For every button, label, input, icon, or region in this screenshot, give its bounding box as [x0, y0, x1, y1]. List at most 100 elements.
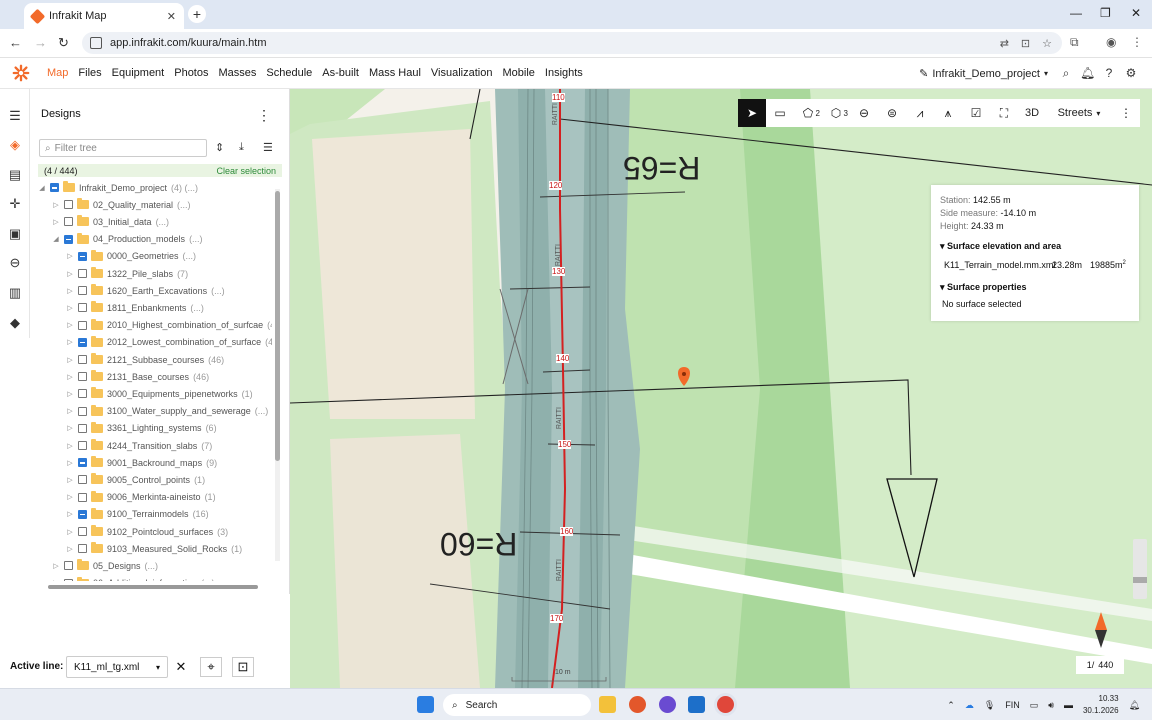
tree-item[interactable]: ▷ 4244_Transition_slabs (7)	[66, 437, 212, 454]
filter-tree-input[interactable]: ⌕ Filter tree	[39, 139, 207, 157]
app-icon[interactable]	[659, 696, 676, 713]
battery-icon[interactable]: ▬	[1064, 700, 1073, 710]
expand-arrow-icon[interactable]: ▷	[66, 321, 74, 329]
chevron-up-icon[interactable]: ⌃	[947, 700, 955, 711]
toolbar-more-button[interactable]: ⋮	[1112, 99, 1140, 127]
tree-checkbox[interactable]	[64, 234, 73, 244]
tree-checkbox[interactable]	[78, 337, 87, 347]
maximize-icon[interactable]: ❐	[1100, 6, 1111, 20]
minimize-icon[interactable]: —	[1070, 6, 1082, 20]
active-line-select[interactable]: K11_ml_tg.xml ▾	[66, 656, 168, 678]
profile-tool-button[interactable]: ⊜	[878, 99, 906, 127]
onedrive-icon[interactable]: ☁	[965, 700, 974, 711]
taskbar-search[interactable]: ⌕ Search	[443, 694, 591, 716]
nav-item-map[interactable]: Map	[42, 58, 73, 89]
tree-item[interactable]: ▷ 2131_Base_courses (46)	[66, 368, 209, 385]
north-arrow-icon[interactable]	[1094, 612, 1108, 648]
tree-checkbox[interactable]	[78, 269, 87, 278]
tree-item[interactable]: ▷ 2010_Highest_combination_of_surfcae(4)	[66, 317, 272, 334]
polygon-area-tool-button[interactable]: ⬡ 3	[822, 99, 850, 127]
polygon-tool-button[interactable]: ⬠ 2	[794, 99, 822, 127]
outlook-icon[interactable]	[688, 696, 705, 713]
zoom-thumb[interactable]	[1133, 577, 1147, 583]
tree-checkbox[interactable]	[78, 320, 87, 330]
tree-checkbox[interactable]	[78, 406, 87, 416]
expand-arrow-icon[interactable]: ▷	[66, 356, 74, 364]
close-tab-icon[interactable]: ✕	[167, 10, 176, 23]
document-icon[interactable]: ▤	[7, 167, 23, 183]
profile-icon[interactable]: ◉	[1106, 35, 1116, 49]
nav-item-files[interactable]: Files	[73, 58, 106, 89]
surface-elevation-section[interactable]: ▾ Surface elevation and area	[940, 241, 1061, 252]
measure-tool-button[interactable]: ▭	[766, 99, 794, 127]
tree-item[interactable]: ▷ 02_Quality_material (...)	[52, 196, 191, 213]
expand-arrow-icon[interactable]: ▷	[66, 459, 74, 467]
expand-arrow-icon[interactable]: ▷	[66, 545, 74, 553]
nav-item-visualization[interactable]: Visualization	[426, 58, 498, 89]
tree-scrollbar[interactable]	[275, 189, 280, 561]
volume-icon[interactable]: 🔊︎	[1048, 700, 1054, 711]
tree-checkbox[interactable]	[78, 458, 87, 468]
expand-arrow-icon[interactable]: ▷	[52, 201, 60, 209]
tree-item[interactable]: ▷ 3000_Equipments_pipenetworks (1)	[66, 385, 253, 402]
layers-icon[interactable]: ◆	[7, 315, 23, 331]
tree-item[interactable]: ▷ 1620_Earth_Excavations (...)	[66, 282, 225, 299]
tree-item[interactable]: ▷ 0000_Geometries (...)	[66, 248, 196, 265]
expand-collapse-icon[interactable]: ⇕	[215, 141, 224, 154]
new-tab-button[interactable]: +	[188, 5, 206, 23]
expand-arrow-icon[interactable]: ▷	[66, 338, 74, 346]
nav-item-photos[interactable]: Photos	[169, 58, 213, 89]
tree-item[interactable]: ▷ 9102_Pointcloud_surfaces (3)	[66, 523, 228, 540]
expand-arrow-icon[interactable]: ▷	[52, 218, 60, 226]
tree-options-icon[interactable]: ☰	[263, 141, 273, 154]
tree-checkbox[interactable]	[78, 355, 87, 364]
tree-item[interactable]: ▷ 2121_Subbase_courses (46)	[66, 351, 224, 368]
expand-arrow-icon[interactable]: ▷	[66, 493, 74, 501]
tree-item[interactable]: ▷ 3361_Lighting_systems (6)	[66, 420, 217, 437]
tree-checkbox[interactable]	[50, 183, 59, 192]
expand-arrow-icon[interactable]: ▷	[66, 510, 74, 518]
chrome-icon[interactable]	[717, 696, 734, 713]
map-icon[interactable]: ▥	[7, 285, 23, 301]
feature-pager[interactable]: 1/ 440	[1076, 656, 1124, 674]
windows-start-icon[interactable]	[417, 696, 434, 713]
tree-item[interactable]: ▷ 05_Designs (...)	[52, 557, 158, 574]
terrain-tool-button[interactable]: ⩚	[934, 99, 962, 127]
tree-checkbox[interactable]	[78, 441, 87, 450]
basemap-select[interactable]: Streets ▾	[1046, 99, 1112, 127]
project-selector[interactable]: ✎ Infrakit_Demo_project ▾	[919, 67, 1048, 81]
nav-item-mobile[interactable]: Mobile	[497, 58, 539, 89]
tree-item[interactable]: ▷ 03_Initial_data (...)	[52, 213, 169, 230]
tree-checkbox[interactable]	[78, 372, 87, 382]
surface-properties-section[interactable]: ▾ Surface properties	[940, 282, 1027, 293]
slope-tool-button[interactable]: ⩘	[906, 99, 934, 127]
expand-arrow-icon[interactable]: ▷	[66, 373, 74, 381]
expand-arrow-icon[interactable]: ▷	[66, 287, 74, 295]
expand-arrow-icon[interactable]: ▷	[66, 390, 74, 398]
infrakit-logo-icon[interactable]	[0, 58, 42, 89]
nav-item-as-built[interactable]: As-built	[317, 58, 364, 89]
site-info-icon[interactable]	[90, 37, 102, 49]
back-icon[interactable]: ←	[9, 35, 22, 50]
bookmark-star-icon[interactable]: ☆	[1042, 37, 1052, 50]
file-explorer-icon[interactable]	[599, 696, 616, 713]
nav-item-mass-haul[interactable]: Mass Haul	[364, 58, 426, 89]
expand-arrow-icon[interactable]: ▷	[66, 304, 74, 312]
nav-item-masses[interactable]: Masses	[213, 58, 261, 89]
firefox-icon[interactable]	[629, 696, 646, 713]
tree-checkbox[interactable]	[78, 475, 87, 485]
tree-checkbox[interactable]	[78, 527, 87, 536]
map-canvas[interactable]: R=65 R=60 110 120 130 140 150 160 170 RA…	[290, 89, 1152, 688]
tree-checkbox[interactable]	[78, 509, 87, 519]
expand-arrow-icon[interactable]: ▷	[66, 270, 74, 278]
check-area-button[interactable]: ☑	[962, 99, 990, 127]
locate-line-button[interactable]: ⌖	[200, 657, 222, 677]
tree-item[interactable]: ◢ Infrakit_Demo_project (4) (...)	[38, 179, 198, 196]
tree-item[interactable]: ▷ 1811_Enbankments (...)	[66, 299, 204, 316]
expand-arrow-icon[interactable]: ▷	[66, 442, 74, 450]
clear-active-line-button[interactable]: ✕	[170, 657, 192, 677]
bell-icon[interactable]: 🔔︎	[1080, 66, 1095, 80]
microphone-icon[interactable]: 🎙︎	[984, 700, 995, 711]
tree-checkbox[interactable]	[64, 200, 73, 210]
network-icon[interactable]: ▭	[1030, 700, 1039, 711]
